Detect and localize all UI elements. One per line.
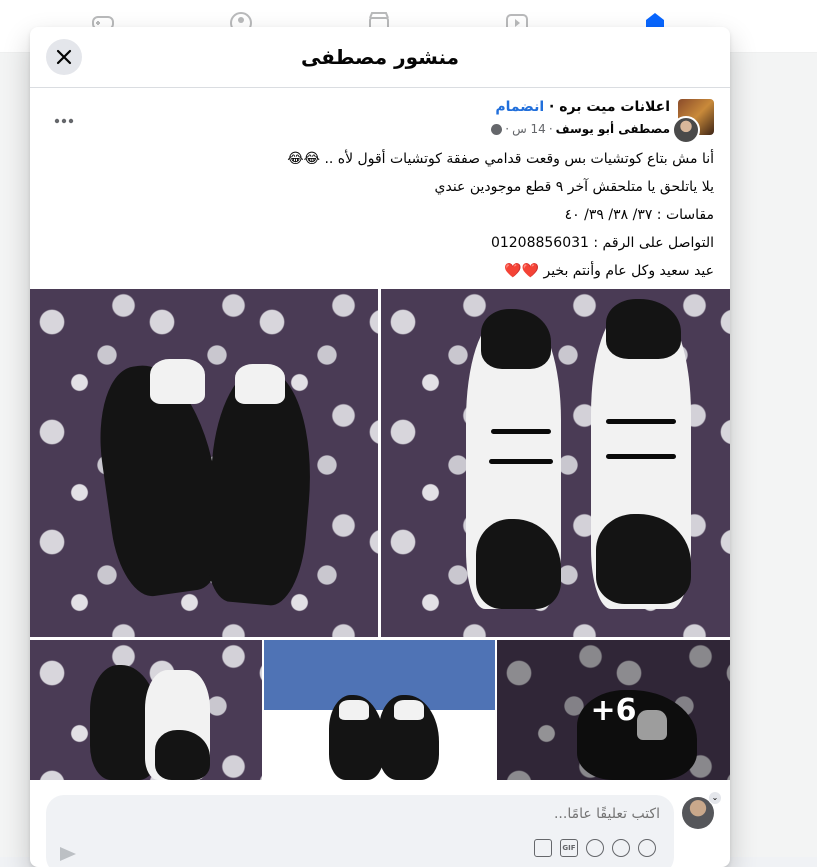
more-options-button[interactable] [46,103,82,139]
comment-tools: GIF [534,839,656,857]
more-photos-count: +6 [590,692,637,728]
camera-icon[interactable] [586,839,604,857]
send-icon[interactable] [60,847,76,861]
sticker-icon[interactable] [534,839,552,857]
separator-dot: · [549,99,555,115]
post-line: يلا ياتلحق يا متلحقش آخر ٩ قطع موجودين ع… [434,179,714,195]
post-message: أنا مش بتاع كوتشيات بس وقعت قدامي صفقة ك… [46,145,714,285]
close-button[interactable] [46,39,82,75]
more-photos-overlay[interactable]: +6 [497,640,730,780]
dialog-title: منشور مصطفى [300,45,460,69]
author-name-link[interactable]: مصطفى أبو يوسف [556,122,670,136]
separator-dot: · [505,122,510,136]
comment-input[interactable] [98,805,662,823]
emoji-icon[interactable] [612,839,630,857]
photo-5-more[interactable]: +6 [497,640,730,780]
chevron-down-icon[interactable]: ⌄ [708,791,722,805]
gif-icon[interactable]: GIF [560,839,578,857]
post-line: أنا مش بتاع كوتشيات بس وقعت قدامي صفقة ك… [287,151,714,167]
post-timestamp[interactable]: 14 س [512,122,546,136]
avatar-sticker-icon[interactable] [638,839,656,857]
group-title-line: اعلانات ميت بره · انضمام [495,99,670,115]
comment-box: GIF [46,795,674,867]
group-name-link[interactable]: اعلانات ميت بره [559,99,670,115]
dialog-header: منشور مصطفى [30,27,730,88]
photo-4[interactable] [264,640,495,780]
photo-grid: +6 [30,289,730,780]
separator-dot: · [548,122,553,136]
post-line: مقاسات : ٣٧/ ٣٨/ ٣٩/ ٤٠ [564,207,714,223]
close-icon [56,49,72,65]
more-options-icon [54,118,74,124]
post-line: التواصل على الرقم : 01208856031 [490,235,714,251]
author-avatar[interactable] [672,116,700,144]
photo-3[interactable] [30,640,262,780]
comment-composer: ⌄ GIF [30,787,730,867]
photo-2[interactable] [381,289,730,637]
join-link[interactable]: انضمام [495,99,544,115]
globe-icon [491,123,503,135]
post-header: اعلانات ميت بره · انضمام مصطفى أبو يوسف … [30,87,730,144]
heart-emoji: ❤️❤️ [504,263,540,279]
photo-1[interactable] [30,289,378,637]
post-meta: مصطفى أبو يوسف · 14 س · [491,122,670,136]
post-line: عيد سعيد وكل عام وأنتم بخير ❤️❤️ [504,263,714,279]
laugh-emoji: 😂😂 [287,151,320,167]
post-dialog: منشور مصطفى اعلانات ميت بره · انضمام مصط… [30,27,730,867]
